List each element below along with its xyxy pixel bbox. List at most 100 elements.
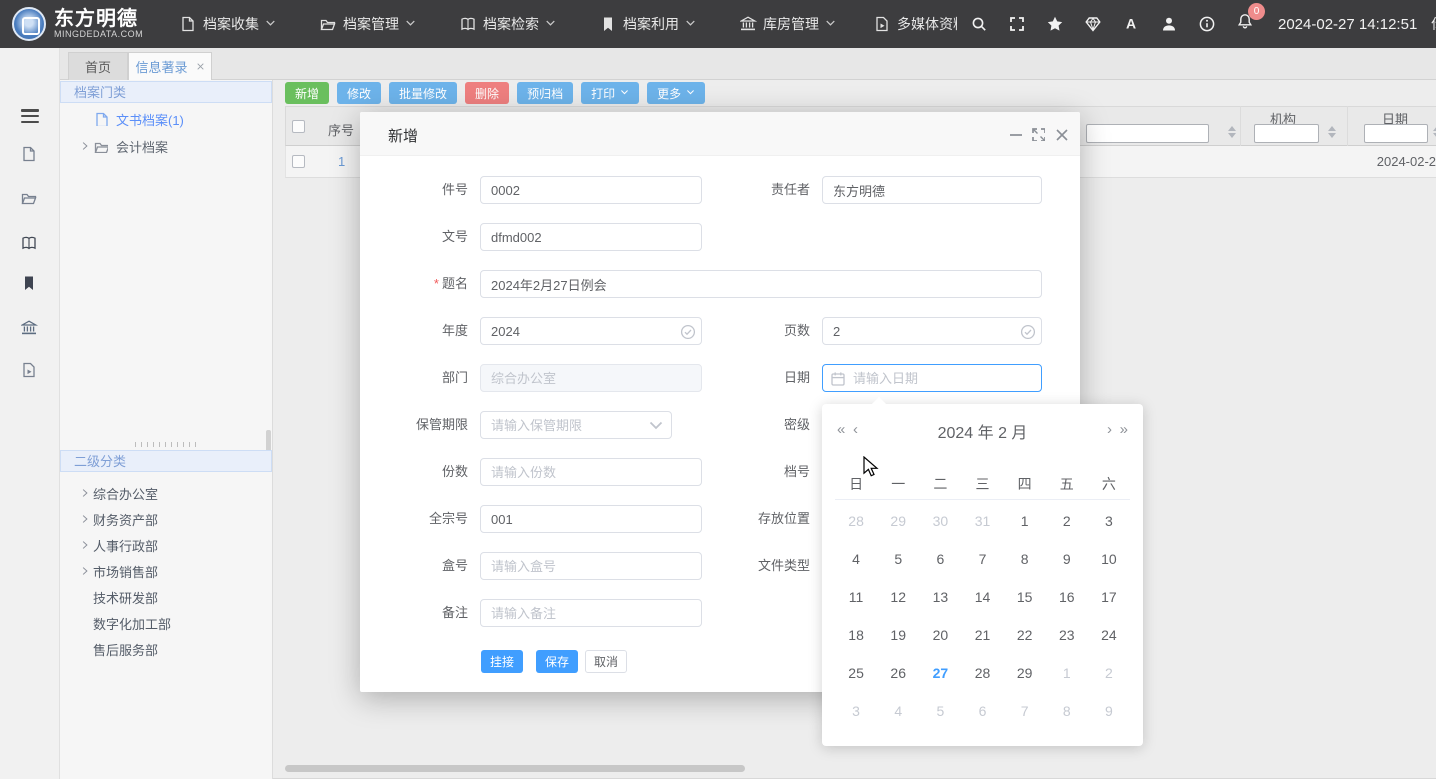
item-no-input[interactable] (480, 176, 702, 204)
tree-item-accounting-archive[interactable]: 会计档案 (80, 135, 168, 157)
panel-resize-handle[interactable] (135, 442, 199, 447)
column-filter-input[interactable] (1364, 124, 1428, 143)
delete-button[interactable]: 删除 (465, 82, 509, 104)
copies-input[interactable] (480, 458, 702, 486)
fullscreen-icon[interactable] (1009, 16, 1026, 33)
book-icon[interactable] (21, 235, 39, 253)
calendar-day[interactable]: 16 (1046, 578, 1088, 616)
responsible-input[interactable] (822, 176, 1042, 204)
add-button[interactable]: 新增 (285, 82, 329, 104)
calendar-day[interactable]: 6 (919, 540, 961, 578)
box-no-input[interactable] (480, 552, 702, 580)
save-button[interactable]: 保存 (536, 650, 578, 673)
more-button[interactable]: 更多 (647, 82, 705, 104)
sidebar-subcategory-item[interactable]: 财务资产部 (60, 506, 272, 532)
attach-button[interactable]: 挂接 (481, 650, 523, 673)
tab-info-entry[interactable]: 信息著录 (128, 52, 212, 80)
menu-archive-collect[interactable]: 档案收集 (180, 14, 276, 34)
year-input[interactable] (480, 317, 702, 345)
tree-item-document-archive[interactable]: 文书档案(1) (94, 108, 184, 130)
sort-control[interactable] (1328, 126, 1336, 138)
calendar-day[interactable]: 3 (835, 692, 877, 730)
calendar-day[interactable]: 10 (1088, 540, 1130, 578)
user-greeting[interactable]: 你好 刘思思 (1431, 14, 1436, 34)
calendar-day[interactable]: 1 (1004, 502, 1046, 540)
sidebar-subcategory-item[interactable]: 技术研发部 (60, 584, 272, 610)
calendar-day[interactable]: 9 (1046, 540, 1088, 578)
maximize-icon[interactable] (1031, 127, 1045, 141)
doc-no-input[interactable] (480, 223, 702, 251)
fonds-no-input[interactable] (480, 505, 702, 533)
close-icon[interactable] (1054, 127, 1068, 141)
font-size-icon[interactable] (1123, 16, 1140, 33)
calendar-day[interactable]: 22 (1004, 616, 1046, 654)
collapse-menu-icon[interactable] (21, 109, 39, 123)
batch-edit-button[interactable]: 批量修改 (389, 82, 457, 104)
star-icon[interactable] (1047, 16, 1064, 33)
calendar-day[interactable]: 29 (1004, 654, 1046, 692)
calendar-day[interactable]: 27 (919, 654, 961, 692)
print-button[interactable]: 打印 (581, 82, 639, 104)
calendar-day[interactable]: 8 (1004, 540, 1046, 578)
calendar-day[interactable]: 5 (919, 692, 961, 730)
close-icon[interactable] (196, 59, 205, 74)
pre-archive-button[interactable]: 预归档 (517, 82, 573, 104)
row-seq-link[interactable]: 1 (338, 154, 345, 169)
menu-archive-use[interactable]: 档案利用 (600, 14, 696, 34)
remarks-input[interactable] (480, 599, 702, 627)
calendar-day[interactable]: 18 (835, 616, 877, 654)
calendar-day[interactable]: 11 (835, 578, 877, 616)
sidebar-subcategory-item[interactable]: 市场销售部 (60, 558, 272, 584)
calendar-day[interactable]: 26 (877, 654, 919, 692)
file-pdf-icon[interactable] (21, 146, 39, 164)
calendar-day[interactable]: 8 (1046, 692, 1088, 730)
sort-control[interactable] (1228, 126, 1236, 138)
bank-icon[interactable] (21, 320, 39, 338)
column-filter-input[interactable] (1254, 124, 1319, 143)
sidebar-subcategory-item[interactable]: 数字化加工部 (60, 610, 272, 636)
calendar-day[interactable]: 3 (1088, 502, 1130, 540)
sidebar-subcategory-item[interactable]: 人事行政部 (60, 532, 272, 558)
retention-select[interactable] (480, 411, 672, 439)
sidebar-subcategory-item[interactable]: 售后服务部 (60, 636, 272, 662)
minimize-icon[interactable] (1008, 127, 1022, 141)
edit-button[interactable]: 修改 (337, 82, 381, 104)
calendar-day[interactable]: 20 (919, 616, 961, 654)
calendar-day[interactable]: 2 (1046, 502, 1088, 540)
notifications[interactable]: 0 (1237, 13, 1254, 35)
calendar-day[interactable]: 30 (919, 502, 961, 540)
calendar-day[interactable]: 17 (1088, 578, 1130, 616)
menu-archive-manage[interactable]: 档案管理 (320, 14, 416, 34)
menu-warehouse-manage[interactable]: 库房管理 (740, 14, 836, 34)
calendar-day[interactable]: 12 (877, 578, 919, 616)
calendar-day[interactable]: 7 (961, 540, 1003, 578)
menu-multimedia[interactable]: 多媒体资料 (874, 14, 957, 34)
calendar-day[interactable]: 31 (961, 502, 1003, 540)
info-icon[interactable] (1199, 16, 1216, 33)
folder-open-icon[interactable] (21, 190, 39, 208)
calendar-day[interactable]: 5 (877, 540, 919, 578)
next-year-button[interactable]: » (1120, 420, 1128, 440)
date-input[interactable] (822, 364, 1042, 392)
calendar-day[interactable]: 28 (835, 502, 877, 540)
calendar-day[interactable]: 28 (961, 654, 1003, 692)
next-month-button[interactable]: › (1107, 420, 1112, 440)
calendar-day[interactable]: 6 (961, 692, 1003, 730)
gem-icon[interactable] (1085, 16, 1102, 33)
calendar-day[interactable]: 13 (919, 578, 961, 616)
tab-home[interactable]: 首页 (68, 52, 128, 80)
calendar-day[interactable]: 19 (877, 616, 919, 654)
calendar-day[interactable]: 23 (1046, 616, 1088, 654)
calendar-day[interactable]: 1 (1046, 654, 1088, 692)
column-filter-input[interactable] (1086, 124, 1209, 143)
calendar-day[interactable]: 4 (835, 540, 877, 578)
calendar-day[interactable]: 14 (961, 578, 1003, 616)
title-input[interactable] (480, 270, 1042, 298)
cancel-button[interactable]: 取消 (585, 650, 627, 673)
search-icon[interactable] (971, 16, 988, 33)
calendar-day[interactable]: 9 (1088, 692, 1130, 730)
menu-archive-search[interactable]: 档案检索 (460, 14, 556, 34)
user-icon[interactable] (1161, 16, 1178, 33)
calendar-day[interactable]: 15 (1004, 578, 1046, 616)
calendar-day[interactable]: 7 (1004, 692, 1046, 730)
